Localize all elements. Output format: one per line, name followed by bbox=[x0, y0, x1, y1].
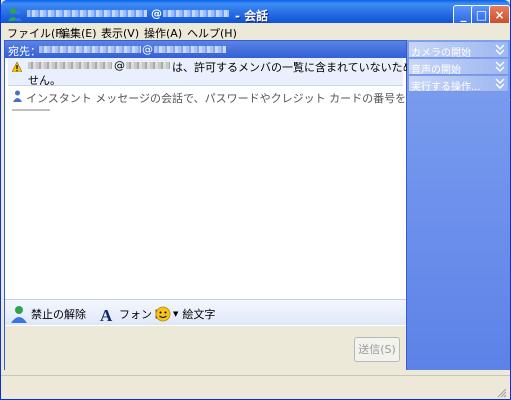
compose-area[interactable]: 送信(S) bbox=[5, 326, 406, 370]
expand-chevron-icon bbox=[495, 44, 505, 55]
unblock-label: 禁止の解除 bbox=[31, 308, 86, 321]
contact-redacted bbox=[28, 62, 112, 69]
menu-help[interactable]: ヘルプ(H) bbox=[187, 25, 237, 41]
block-warning: @ は、許可するメンバの一覧に含まれていないため、返信できま せん。 bbox=[8, 58, 480, 87]
window-title: - 会話 bbox=[235, 9, 269, 23]
task-start-voice[interactable]: 音声の開始 bbox=[409, 59, 508, 76]
to-bar: 宛先： @ bbox=[5, 41, 406, 58]
title-domain-redacted bbox=[163, 10, 229, 17]
contact-at-sign: @ bbox=[114, 59, 125, 72]
menu-edit[interactable]: 編集(E) bbox=[59, 25, 97, 41]
task-start-voice-label: 音声の開始 bbox=[411, 65, 461, 76]
resize-grip-icon[interactable] bbox=[495, 386, 507, 398]
task-pane: カメラの開始 音声の開始 実行する操作... bbox=[407, 40, 510, 370]
to-label: 宛先： bbox=[8, 45, 41, 58]
messenger-icon bbox=[8, 8, 22, 21]
recipient-at-sign: @ bbox=[142, 43, 153, 56]
person-icon bbox=[13, 90, 22, 102]
title-at-sign: @ bbox=[151, 7, 162, 20]
security-notice: インスタント メッセージの会話で、パスワードやクレジット カードの番号を公開しな… bbox=[8, 87, 511, 105]
task-start-camera[interactable]: カメラの開始 bbox=[409, 42, 508, 59]
task-actions-label: 実行する操作... bbox=[411, 82, 481, 93]
unblock-button[interactable]: 禁止の解除 bbox=[11, 305, 86, 323]
warning-text-line2: せん。 bbox=[28, 74, 61, 87]
menu-actions[interactable]: 操作(A) bbox=[144, 25, 182, 41]
font-icon: A bbox=[100, 306, 113, 322]
emoticons-button[interactable]: ▼ 絵文字 bbox=[155, 305, 215, 323]
contact-domain-redacted bbox=[126, 62, 170, 69]
status-bar bbox=[1, 375, 510, 399]
title-contact-redacted bbox=[27, 10, 147, 17]
smiley-icon bbox=[155, 306, 171, 322]
font-button[interactable]: A フォント bbox=[99, 305, 163, 323]
dropdown-arrow-icon: ▼ bbox=[173, 310, 179, 318]
menu-bar: ファイル(F) 編集(E) 表示(V) 操作(A) ヘルプ(H) bbox=[1, 23, 510, 41]
svg-text:A: A bbox=[100, 306, 113, 322]
task-start-camera-label: カメラの開始 bbox=[411, 48, 471, 59]
expand-chevron-icon bbox=[495, 61, 505, 72]
recipient-redacted bbox=[39, 46, 141, 53]
conversation-window: @ - 会話 _ □ × ファイル(F) 編集(E) 表示(V) 操作(A) ヘ… bbox=[0, 0, 511, 400]
menu-view[interactable]: 表示(V) bbox=[101, 25, 139, 41]
task-actions[interactable]: 実行する操作... bbox=[409, 76, 508, 93]
warning-icon bbox=[12, 62, 22, 72]
conversation-pane: 宛先： @ @ は、許可するメンバの一覧に含まれていないため、返信できま せん。… bbox=[4, 40, 511, 370]
send-button[interactable]: 送信(S) bbox=[354, 337, 400, 362]
emoticons-label: 絵文字 bbox=[182, 308, 216, 321]
menu-file[interactable]: ファイル(F) bbox=[7, 25, 66, 41]
recipient-domain-redacted bbox=[154, 46, 226, 53]
expand-chevron-icon bbox=[495, 78, 505, 89]
formatting-toolbar: 禁止の解除 A フォント ▼ 絵文字 bbox=[5, 299, 406, 325]
person-icon bbox=[11, 306, 27, 323]
